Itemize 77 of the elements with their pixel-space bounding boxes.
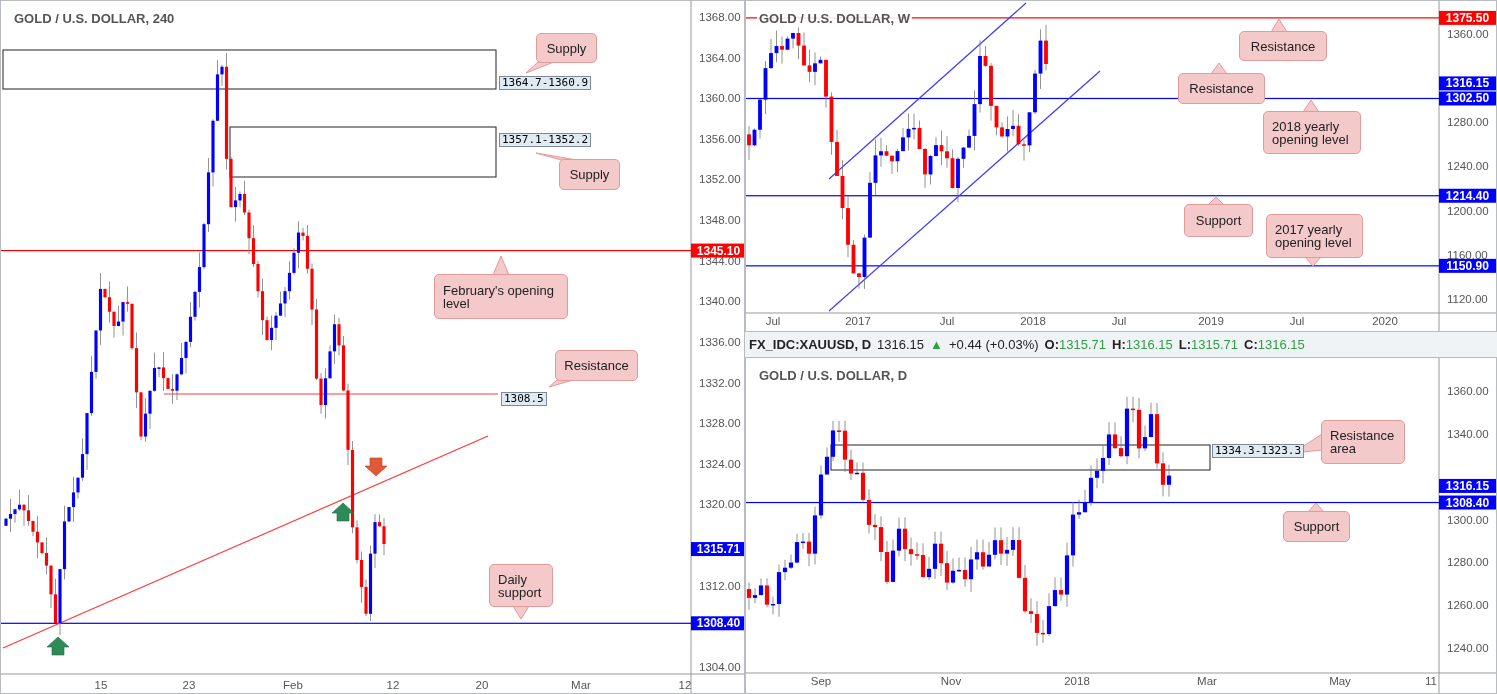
price-tick-label: 1364.00 xyxy=(699,51,741,64)
price-tick-label: 1340.00 xyxy=(1447,427,1489,440)
price-badge: 1315.71 xyxy=(691,542,744,557)
price-tick-label: 1360.00 xyxy=(1447,28,1489,40)
price-tick-label: 1260.00 xyxy=(1447,599,1489,612)
callout-note: Daily support xyxy=(489,564,553,607)
time-tick-label: 11 xyxy=(1425,675,1437,687)
price-badge: 1150.90 xyxy=(1439,258,1496,273)
price-tick-label: 1328.00 xyxy=(699,417,741,430)
time-tick-label: Jul xyxy=(939,315,955,327)
price-badge: 1375.50 xyxy=(1439,10,1496,25)
ohlc-value: C:1316.15 xyxy=(1244,337,1305,352)
price-tick-label: 1200.00 xyxy=(1447,204,1489,217)
callout-note: 2017 yearly opening level xyxy=(1266,214,1363,258)
price-tick-label: 1368.00 xyxy=(699,11,741,23)
callout-note: February's opening level xyxy=(434,274,568,319)
price-tick-label: 1352.00 xyxy=(699,173,741,186)
time-tick-label: Jul xyxy=(765,315,781,327)
price-tick-label: 1240.00 xyxy=(1447,160,1489,173)
time-tick-label: 2018 xyxy=(1064,675,1090,687)
price-badge: 1345.10 xyxy=(691,243,744,258)
callout-note: 2018 yearly opening level xyxy=(1263,111,1361,154)
zone-price-label: 1334.3-1323.3 xyxy=(1212,444,1305,458)
price-tick-label: 1320.00 xyxy=(699,498,741,511)
time-tick-label: Nov xyxy=(940,675,962,687)
time-tick-label: Feb xyxy=(283,679,303,691)
time-tick-label: Mar xyxy=(1197,675,1217,687)
price-tick-label: 1340.00 xyxy=(699,295,741,308)
time-tick-label: 20 xyxy=(475,679,489,691)
price-tick-label: 1300.00 xyxy=(1447,513,1489,526)
time-tick-label: Mar xyxy=(571,679,591,691)
last-price: 1316.15 xyxy=(877,337,925,352)
ohlc-value: H:1316.15 xyxy=(1112,337,1173,352)
time-tick-label: 12 xyxy=(678,679,692,691)
time-tick-label: 12 xyxy=(386,679,400,691)
price-tick-label: 1348.00 xyxy=(699,214,741,227)
ohlc-value: L:1315.71 xyxy=(1178,337,1239,352)
time-tick-label: Sep xyxy=(810,675,832,687)
price-tick-label: 1360.00 xyxy=(699,92,741,105)
up-triangle-icon: ▲ xyxy=(930,337,943,352)
time-tick-label: 23 xyxy=(182,679,196,691)
price-badge: 1214.40 xyxy=(1439,188,1496,203)
chart-title: GOLD / U.S. DOLLAR, W xyxy=(757,11,912,26)
price-tick-label: 1312.00 xyxy=(699,579,741,592)
price-tick-label: 1280.00 xyxy=(1447,116,1489,129)
price-tick-label: 1324.00 xyxy=(699,457,741,470)
time-tick-label: Jul xyxy=(1289,315,1305,327)
price-tick-label: 1280.00 xyxy=(1447,556,1489,569)
price-tick-label: 1240.00 xyxy=(1447,642,1489,655)
price-tick-label: 1336.00 xyxy=(699,336,741,348)
price-badge: 1302.50 xyxy=(1439,91,1496,106)
time-tick-label: 15 xyxy=(94,679,108,691)
zone-price-label: 1308.5 xyxy=(501,392,547,406)
price-tick-label: 1120.00 xyxy=(1447,292,1488,305)
time-tick-label: Jul xyxy=(1111,315,1127,327)
price-badge: 1316.15 xyxy=(1439,76,1496,91)
price-badge: 1308.40 xyxy=(1439,495,1496,510)
time-tick-label: 2017 xyxy=(845,315,871,327)
price-badge: 1316.15 xyxy=(1439,478,1496,493)
price-tick-label: 1160.00 xyxy=(1447,248,1488,261)
symbol-label: FX_IDC:XAUUSD, D xyxy=(749,337,872,352)
time-tick-label: 2020 xyxy=(1372,315,1398,327)
chart-title: GOLD / U.S. DOLLAR, D xyxy=(757,368,910,383)
time-tick-label: May xyxy=(1329,675,1351,687)
price-change: +0.44 (+0.03%) xyxy=(948,337,1039,352)
ohlc-value: O:1315.71 xyxy=(1044,337,1107,352)
price-tick-label: 1356.00 xyxy=(699,132,741,145)
zone-price-label: 1364.7-1360.9 xyxy=(499,76,592,90)
price-tick-label: 1360.00 xyxy=(1447,385,1489,397)
time-tick-label: 2018 xyxy=(1020,315,1046,327)
callout-note: Resistance area xyxy=(1321,420,1405,464)
price-tick-label: 1304.00 xyxy=(699,661,741,673)
price-badge: 1308.40 xyxy=(691,616,744,631)
time-tick-label: 2019 xyxy=(1198,315,1224,327)
price-tick-label: 1332.00 xyxy=(699,376,741,389)
chart-title: GOLD / U.S. DOLLAR, 240 xyxy=(12,11,177,26)
zone-price-label: 1357.1-1352.2 xyxy=(499,133,592,147)
